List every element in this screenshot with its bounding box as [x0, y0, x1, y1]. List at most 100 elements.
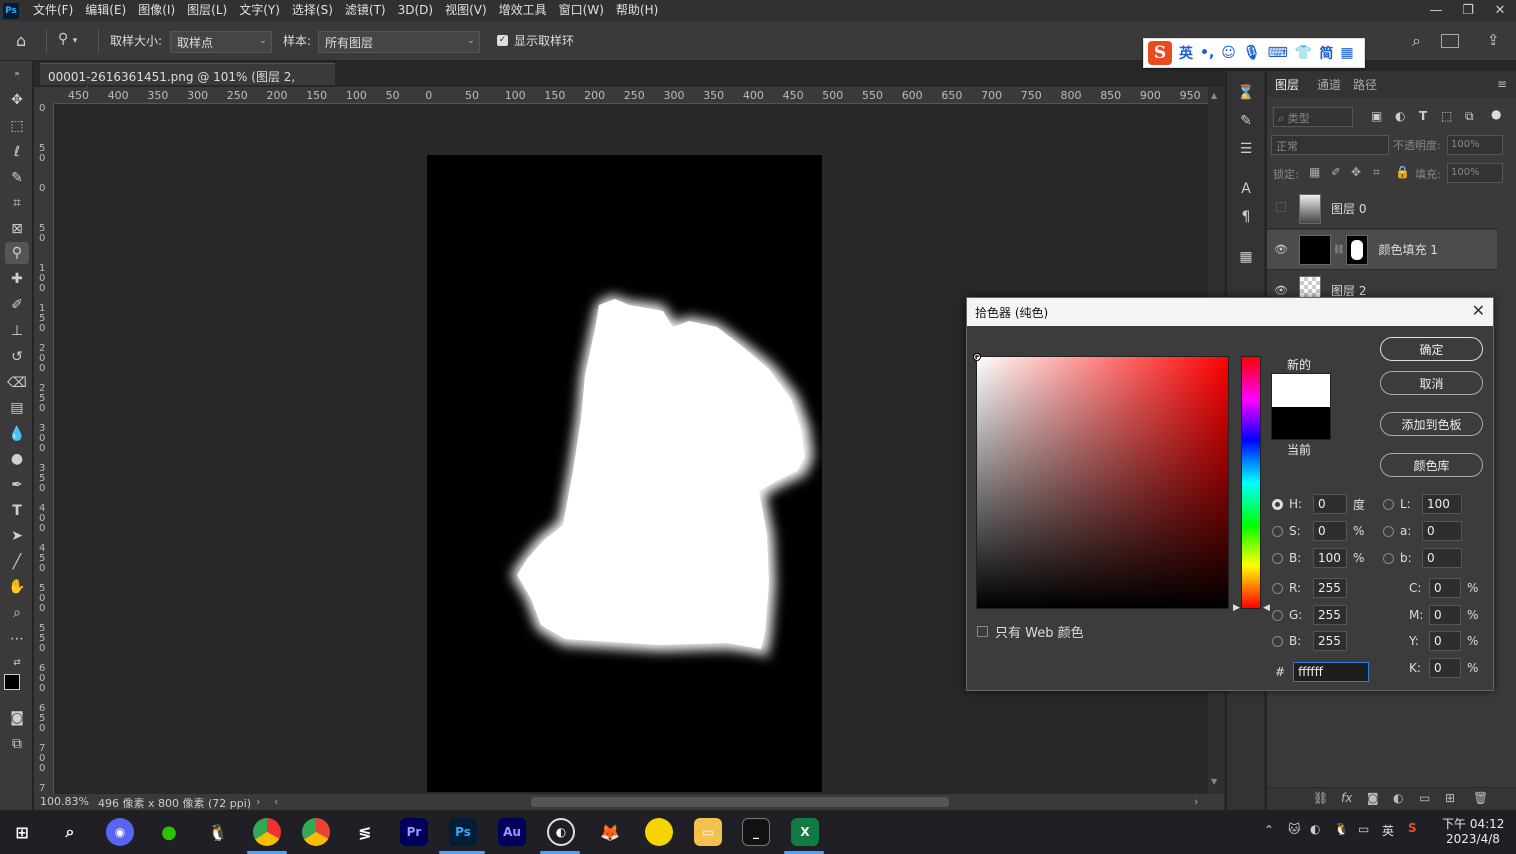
pen-tool-icon[interactable]: ✒: [5, 474, 29, 496]
home-icon[interactable]: ⌂: [16, 31, 36, 51]
horizontal-scroll-thumb[interactable]: [531, 797, 949, 807]
red-radio[interactable]: [1272, 582, 1283, 594]
path-select-tool-icon[interactable]: ➤: [5, 525, 29, 547]
lab-l-radio[interactable]: [1383, 498, 1394, 510]
lasso-tool-icon[interactable]: ℓ: [5, 141, 29, 163]
voice-icon[interactable]: 🎙: [1243, 45, 1261, 61]
capcut-icon[interactable]: ≶: [351, 818, 379, 846]
qq-icon[interactable]: 🐧: [204, 818, 232, 846]
blend-mode-select[interactable]: 正常: [1271, 135, 1389, 155]
premiere-icon[interactable]: Pr: [400, 818, 428, 846]
link-layers-icon[interactable]: ⛓: [1313, 791, 1328, 805]
audition-icon[interactable]: Au: [498, 818, 526, 846]
chrome-dev-icon[interactable]: [253, 818, 281, 846]
menu-3d[interactable]: 3D(D): [392, 0, 439, 21]
menu-select[interactable]: 选择(S): [286, 0, 339, 21]
history-brush-tool-icon[interactable]: ↺: [5, 346, 29, 368]
crop-tool-icon[interactable]: ⌗: [5, 192, 29, 214]
filter-smart-object-icon[interactable]: ⧉: [1465, 109, 1474, 124]
table-panel-icon[interactable]: ▦: [1236, 247, 1256, 267]
lock-position-icon[interactable]: ✥: [1351, 165, 1361, 179]
discord-icon[interactable]: ◉: [106, 818, 134, 846]
hue-slider-left-arrow-icon[interactable]: ▶: [1233, 603, 1240, 613]
skin-icon[interactable]: 👕: [1295, 45, 1312, 61]
brightness-field[interactable]: 100: [1313, 548, 1347, 568]
menu-type[interactable]: 文字(Y): [233, 0, 286, 21]
filter-type-select[interactable]: ⌕ 类型: [1273, 107, 1353, 127]
restore-icon[interactable]: ❐: [1452, 0, 1484, 21]
add-mask-icon[interactable]: ◙: [1367, 791, 1379, 805]
dialog-titlebar[interactable]: 拾色器 (纯色): [967, 298, 1493, 326]
cancel-button[interactable]: 取消: [1380, 371, 1483, 395]
quick-mask-icon[interactable]: ◙: [5, 707, 29, 729]
tab-channels[interactable]: 通道: [1317, 76, 1341, 93]
opacity-field[interactable]: 100%: [1447, 135, 1503, 155]
lock-transparent-icon[interactable]: ▦: [1309, 165, 1320, 179]
lock-pixels-icon[interactable]: ✐: [1331, 165, 1341, 179]
brush-tool-icon[interactable]: ✐: [5, 294, 29, 316]
lab-l-field[interactable]: 100: [1422, 494, 1462, 514]
ime-mode-toggle[interactable]: 简: [1319, 43, 1333, 63]
document-canvas[interactable]: [427, 155, 822, 792]
menu-layer[interactable]: 图层(L): [181, 0, 233, 21]
clone-stamp-tool-icon[interactable]: ⊥: [5, 320, 29, 342]
lock-all-icon[interactable]: 🔒: [1395, 165, 1410, 179]
lock-artboard-icon[interactable]: ⌗: [1373, 165, 1380, 180]
network-icon[interactable]: ▭: [1358, 822, 1369, 836]
zoom-level[interactable]: 100.83%: [40, 795, 89, 808]
emoji-app-icon[interactable]: [645, 818, 673, 846]
tab-layers[interactable]: 图层: [1275, 76, 1299, 93]
close-icon[interactable]: ✕: [1472, 301, 1485, 320]
magenta-field[interactable]: 0: [1429, 605, 1461, 625]
yellow-field[interactable]: 0: [1429, 631, 1461, 651]
paragraph-panel-icon[interactable]: ¶: [1236, 207, 1256, 227]
adjustment-layer-icon[interactable]: ◐: [1393, 791, 1403, 805]
show-ring-checkbox[interactable]: ✓: [497, 35, 508, 46]
brush-settings-icon[interactable]: ✎: [1236, 111, 1256, 131]
new-layer-icon[interactable]: ⊞: [1445, 791, 1455, 805]
chrome-icon[interactable]: [302, 818, 330, 846]
hand-tool-icon[interactable]: ✋: [5, 576, 29, 598]
web-only-checkbox[interactable]: [977, 626, 988, 637]
green-radio[interactable]: [1272, 609, 1283, 621]
sample-size-select[interactable]: 取样点 ⌄: [170, 31, 272, 53]
marquee-tool-icon[interactable]: ⬚: [5, 115, 29, 137]
punctuation-icon[interactable]: •,: [1200, 45, 1214, 61]
saturation-brightness-field[interactable]: [973, 353, 1229, 609]
toolbox-icon[interactable]: ▦: [1340, 45, 1353, 61]
photoshop-icon[interactable]: Ps: [449, 818, 477, 846]
red-field[interactable]: 255: [1313, 578, 1347, 598]
fill-field[interactable]: 100%: [1447, 163, 1503, 183]
hue-slider[interactable]: [1241, 356, 1261, 609]
black-field[interactable]: 0: [1429, 658, 1461, 678]
clock-time[interactable]: 下午 04:12: [1442, 815, 1504, 832]
foreground-color-swatch[interactable]: [4, 674, 20, 690]
menu-image[interactable]: 图像(I): [132, 0, 181, 21]
add-to-swatches-button[interactable]: 添加到色板: [1380, 412, 1483, 436]
line-tool-icon[interactable]: ╱: [5, 551, 29, 573]
minimize-icon[interactable]: —: [1420, 0, 1452, 21]
ime-lang-toggle[interactable]: 英: [1179, 43, 1193, 63]
menu-plugins[interactable]: 增效工具: [493, 0, 553, 21]
clock-date[interactable]: 2023/4/8: [1446, 832, 1500, 846]
eyedropper-preset-icon[interactable]: ⚲ ▾: [58, 31, 92, 51]
move-tool-icon[interactable]: ✥: [5, 89, 29, 111]
eyedropper-tool-icon[interactable]: ⚲: [5, 242, 29, 264]
eraser-tool-icon[interactable]: ⌫: [5, 372, 29, 394]
blue-radio[interactable]: [1272, 635, 1283, 647]
layer-row-0[interactable]: 图层 0: [1267, 189, 1497, 229]
history-panel-icon[interactable]: ⌛: [1236, 83, 1256, 103]
file-explorer-icon[interactable]: ▭: [694, 818, 722, 846]
saturation-radio[interactable]: [1272, 525, 1283, 537]
keyboard-icon[interactable]: ⌨: [1268, 45, 1288, 61]
search-icon[interactable]: ⌕: [1412, 31, 1421, 51]
menu-edit[interactable]: 编辑(E): [79, 0, 132, 21]
character-panel-icon[interactable]: A: [1236, 179, 1256, 199]
menu-view[interactable]: 视图(V): [439, 0, 493, 21]
workspace-icon[interactable]: [1441, 34, 1459, 48]
type-tool-icon[interactable]: T: [5, 500, 29, 522]
tray-obs-icon[interactable]: ◐: [1310, 822, 1320, 836]
brightness-radio[interactable]: [1272, 552, 1283, 564]
lab-a-radio[interactable]: [1383, 525, 1394, 537]
terminal-icon[interactable]: _: [742, 818, 770, 846]
